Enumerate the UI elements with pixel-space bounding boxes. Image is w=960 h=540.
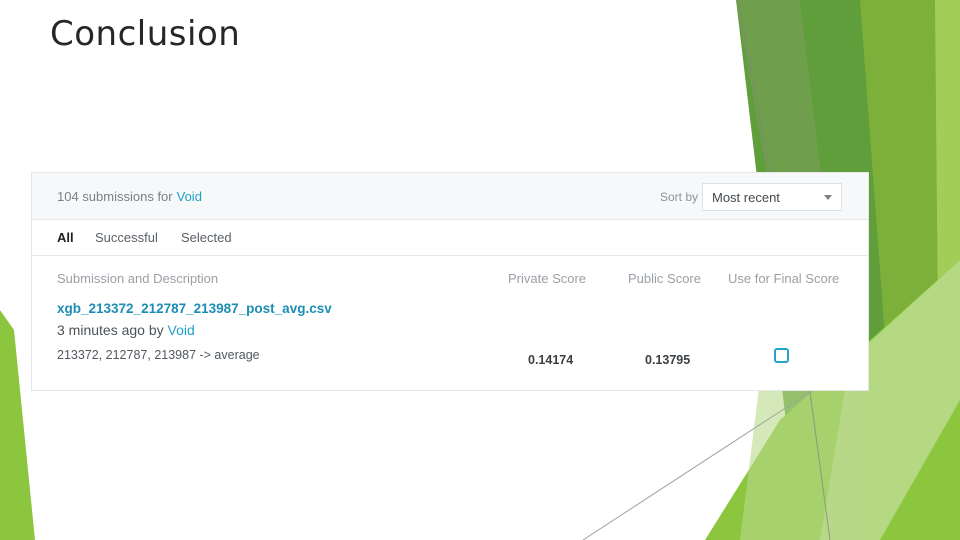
chevron-down-icon xyxy=(824,195,832,200)
submissions-panel: 104 submissions for Void Sort by Most rec… xyxy=(31,172,869,391)
sort-selected-value: Most recent xyxy=(712,190,780,205)
author-link[interactable]: Void xyxy=(168,322,195,338)
tab-all[interactable]: All xyxy=(57,230,74,245)
submission-meta: 3 minutes ago by Void xyxy=(57,322,195,338)
column-header-private-score: Private Score xyxy=(508,271,587,286)
use-for-final-checkbox[interactable] xyxy=(774,348,789,363)
team-link[interactable]: Void xyxy=(177,189,202,204)
tab-selected[interactable]: Selected xyxy=(181,230,232,245)
column-header-public-score: Public Score xyxy=(628,271,701,286)
decor-shape xyxy=(0,310,35,540)
sort-label: Sort by xyxy=(660,190,699,204)
submission-count-text: 104 submissions for xyxy=(57,189,173,204)
slide-title: Conclusion xyxy=(50,14,241,54)
column-header-final-score: Use for Final Score xyxy=(728,271,840,286)
tab-bar: All Successful Selected xyxy=(32,220,868,256)
submission-count: 104 submissions for Void xyxy=(57,189,202,204)
public-score-value: 0.13795 xyxy=(645,353,691,367)
sort-select[interactable]: Most recent xyxy=(702,183,842,211)
column-header-submission: Submission and Description xyxy=(57,271,219,286)
panel-header: 104 submissions for Void Sort by Most rec… xyxy=(32,173,868,220)
submission-time: 3 minutes ago by xyxy=(57,322,164,338)
private-score-value: 0.14174 xyxy=(528,353,574,367)
submission-file-link[interactable]: xgb_213372_212787_213987_post_avg.csv xyxy=(57,301,332,316)
submission-description: 213372, 212787, 213987 -> average xyxy=(57,348,260,362)
tab-successful[interactable]: Successful xyxy=(95,230,158,245)
